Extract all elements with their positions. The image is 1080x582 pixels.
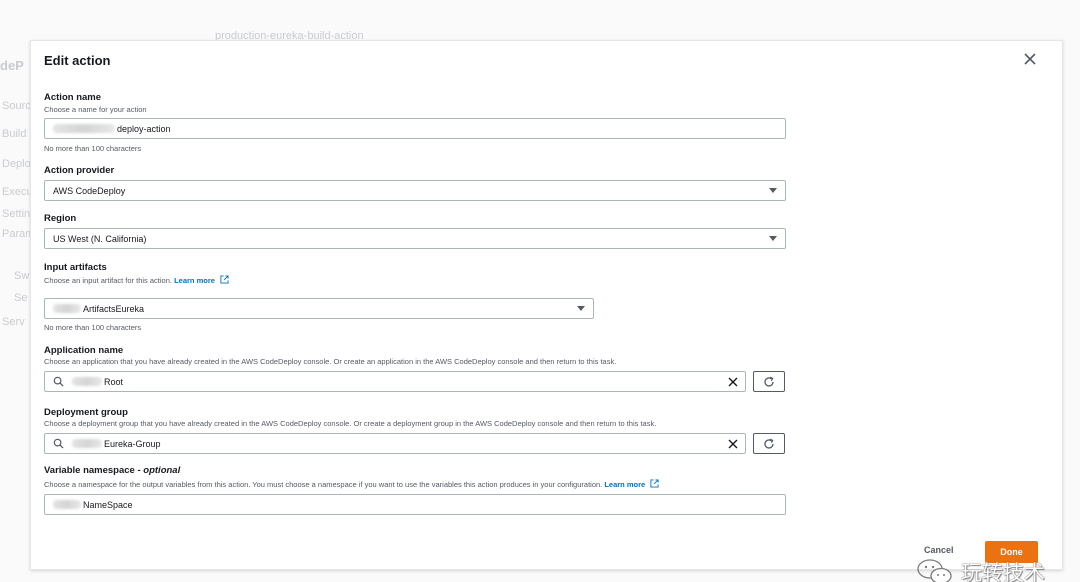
caret-down-icon [769, 236, 777, 241]
search-icon [53, 438, 64, 449]
external-link-icon[interactable] [650, 479, 659, 488]
redacted-text [53, 304, 81, 313]
variable-namespace-description: Choose a namespace for the output variab… [44, 479, 659, 489]
variable-namespace-label: Variable namespace - optional [44, 465, 180, 476]
input-artifacts-hint: No more than 100 characters [44, 323, 142, 332]
close-button[interactable] [1022, 51, 1038, 67]
caret-down-icon [769, 188, 777, 193]
clear-icon[interactable] [727, 438, 739, 450]
redacted-text [72, 439, 102, 448]
watermark-text: 玩转技术 [961, 561, 1045, 582]
clear-icon[interactable] [727, 376, 739, 388]
redacted-text [53, 124, 115, 133]
modal-title: Edit action [44, 53, 111, 68]
action-name-description: Choose a name for your action [44, 105, 147, 114]
caret-down-icon [577, 306, 585, 311]
external-link-icon[interactable] [220, 275, 229, 284]
close-icon [1024, 53, 1036, 65]
wechat-icon [917, 559, 952, 582]
variable-namespace-input[interactable]: NameSpace [44, 494, 786, 515]
background-sidebar-item: Execu [2, 186, 33, 198]
input-artifacts-description-text: Choose an input artifact for this action… [44, 276, 172, 285]
deployment-group-label: Deployment group [44, 407, 128, 418]
action-name-label: Action name [44, 92, 102, 103]
action-name-hint: No more than 100 characters [44, 144, 142, 153]
redacted-text [72, 377, 102, 386]
variable-namespace-description-text: Choose a namespace for the output variab… [44, 480, 603, 489]
action-provider-label: Action provider [44, 165, 115, 176]
action-provider-select[interactable]: AWS CodeDeploy [44, 180, 786, 201]
variable-namespace-value: NameSpace [83, 499, 133, 510]
application-name-description: Choose an application that you have alre… [44, 357, 617, 366]
action-name-input[interactable]: deploy-action [44, 118, 786, 139]
application-name-search-input[interactable]: Root [44, 371, 746, 392]
background-sidebar-item: Sw [14, 270, 30, 282]
variable-namespace-label-text: Variable namespace - [44, 465, 144, 476]
background-page-title: deP [0, 58, 24, 73]
application-name-value: Root [104, 376, 124, 387]
refresh-icon [764, 376, 774, 387]
application-name-label: Application name [44, 345, 124, 356]
background-sidebar-item: Build [2, 128, 27, 140]
refresh-deployment-groups-button[interactable] [753, 433, 785, 454]
cancel-button[interactable]: Cancel [924, 545, 954, 555]
watermark: 玩转技术 [915, 557, 1045, 582]
input-artifacts-select[interactable]: ArtifactsEureka [44, 298, 594, 319]
learn-more-link[interactable]: Learn more [604, 480, 645, 489]
action-provider-value: AWS CodeDeploy [53, 185, 126, 196]
deployment-group-value: Eureka-Group [104, 438, 161, 449]
background-sidebar-item: Se [14, 292, 28, 304]
region-label: Region [44, 213, 77, 224]
region-value: US West (N. California) [53, 233, 147, 244]
refresh-applications-button[interactable] [753, 371, 785, 392]
action-name-value: deploy-action [117, 123, 171, 134]
background-sidebar-item: Serv [2, 316, 25, 328]
refresh-icon [764, 438, 774, 449]
search-icon [53, 376, 64, 387]
region-select[interactable]: US West (N. California) [44, 228, 786, 249]
optional-tag: optional [143, 465, 181, 476]
redacted-text [53, 500, 81, 509]
deployment-group-description: Choose a deployment group that you have … [44, 419, 657, 428]
input-artifacts-label: Input artifacts [44, 262, 107, 273]
learn-more-link[interactable]: Learn more [174, 276, 215, 285]
edit-action-modal: Edit action Action name Choose a name fo… [30, 40, 1063, 582]
input-artifacts-value: ArtifactsEureka [83, 303, 145, 314]
background-sidebar-item: Settin [2, 208, 31, 220]
deployment-group-search-input[interactable]: Eureka-Group [44, 433, 746, 454]
input-artifacts-description: Choose an input artifact for this action… [44, 275, 229, 285]
